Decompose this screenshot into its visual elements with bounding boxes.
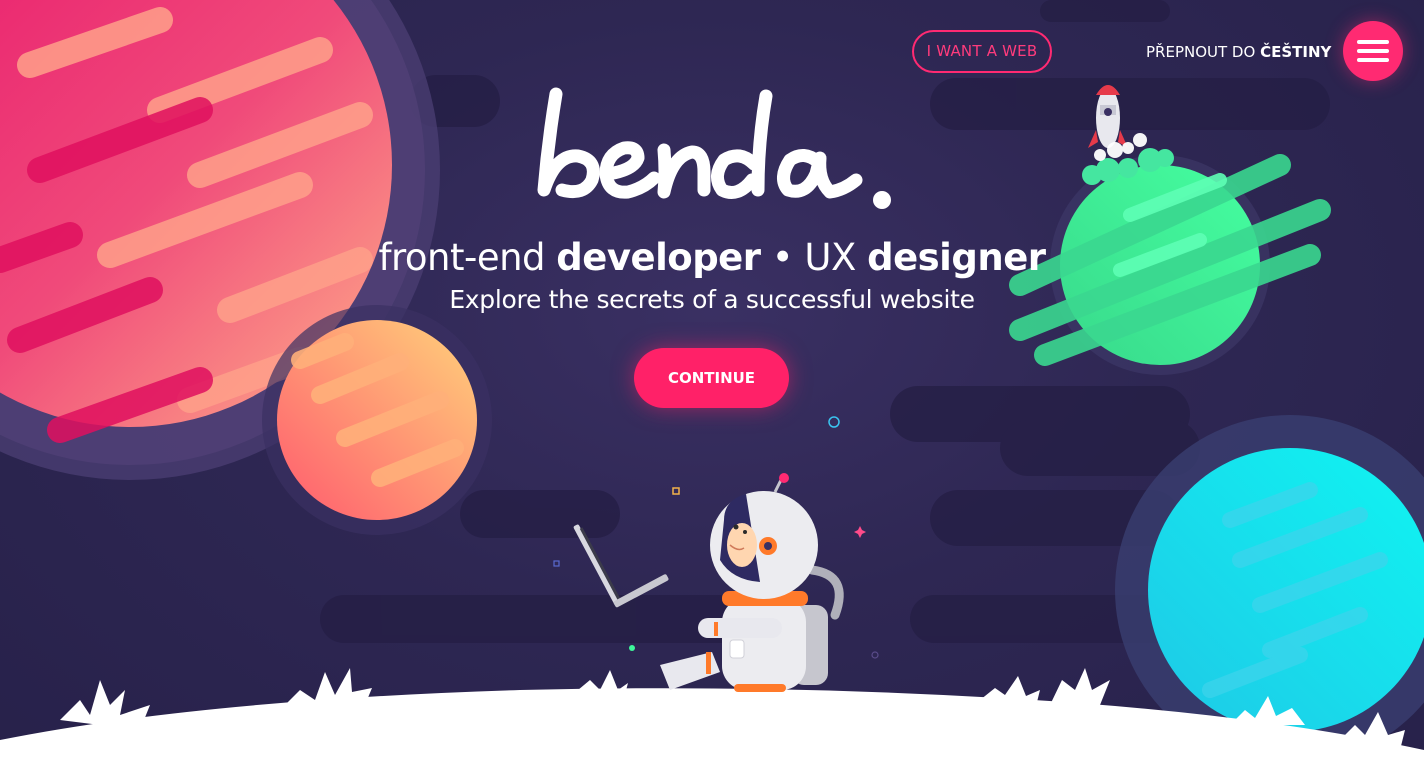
tagline-front-end: front-end (378, 236, 557, 279)
tagline-designer: designer (867, 236, 1046, 279)
top-navigation: I WANT A WEB PŘEPNOUT DO ČEŠTINY (0, 21, 1424, 90)
i-want-a-web-button[interactable]: I WANT A WEB (912, 30, 1052, 73)
benda-logo (537, 87, 891, 209)
lang-switch-target: ČEŠTINY (1260, 43, 1332, 61)
hamburger-menu-icon[interactable] (1343, 21, 1403, 81)
menu-bar-middle (1357, 49, 1389, 53)
tagline-ux: • UX (760, 236, 868, 279)
menu-bar-bottom (1357, 58, 1389, 62)
lang-switch-prefix: PŘEPNOUT DO (1146, 43, 1256, 61)
hero-subtitle: Explore the secrets of a successful webs… (449, 285, 975, 314)
menu-bar-top (1357, 40, 1389, 44)
continue-button[interactable]: CONTINUE (634, 348, 789, 408)
language-switch-link[interactable]: PŘEPNOUT DO ČEŠTINY (1146, 43, 1331, 61)
hero-section: I WANT A WEB PŘEPNOUT DO ČEŠTINY front-e… (0, 0, 1424, 778)
tagline-developer: developer (556, 236, 761, 279)
hero-tagline: front-end developer • UX designer (362, 236, 1062, 279)
